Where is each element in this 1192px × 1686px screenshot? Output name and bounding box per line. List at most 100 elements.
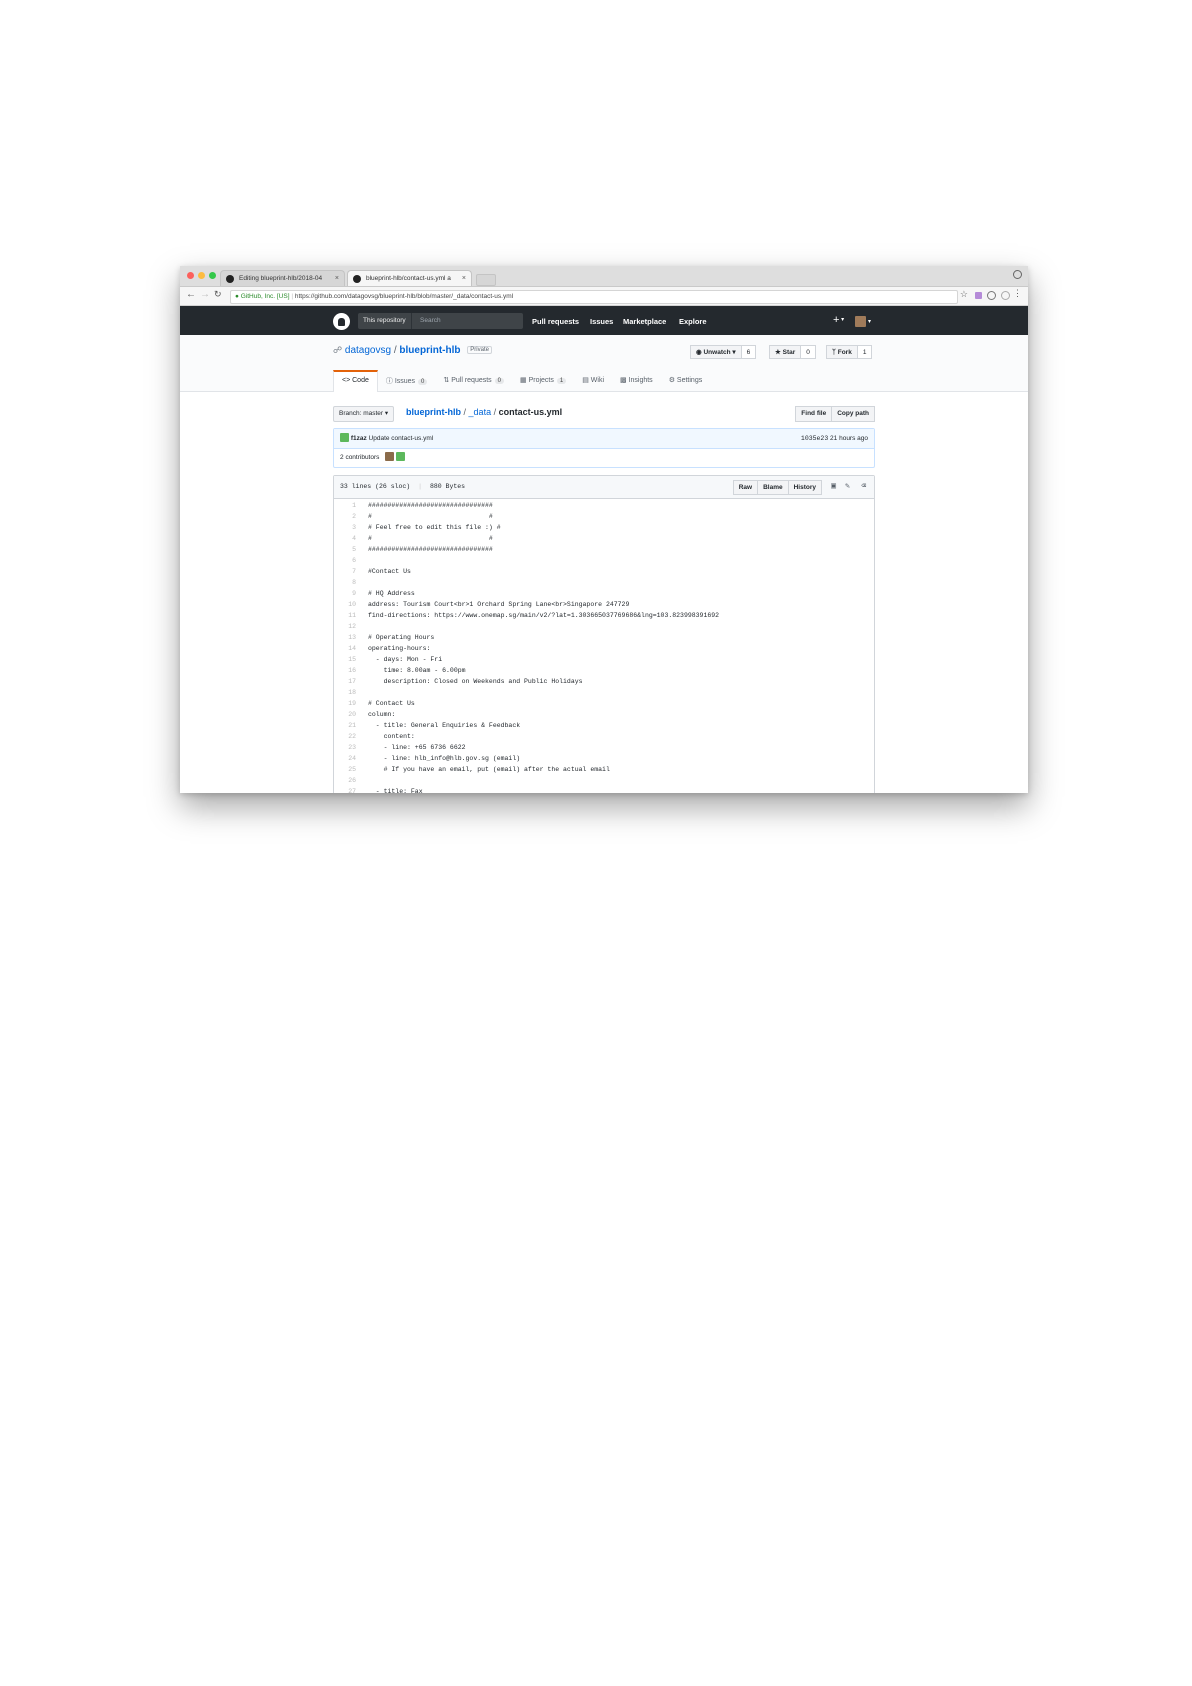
commit-sha[interactable]: 1035e23 xyxy=(801,435,828,442)
line-number[interactable]: 12 xyxy=(334,621,368,632)
bookmark-star-icon[interactable]: ☆ xyxy=(960,289,968,300)
line-number[interactable]: 3 xyxy=(334,522,368,533)
browser-tab-editing[interactable]: Editing blueprint-hlb/2018-04 × xyxy=(220,270,345,286)
line-number[interactable]: 5 xyxy=(334,544,368,555)
reload-icon[interactable]: ↻ xyxy=(214,289,222,300)
forks-count[interactable]: 1 xyxy=(857,345,873,359)
unwatch-button[interactable]: ◉ Unwatch ▾ xyxy=(690,345,742,359)
browser-window: Editing blueprint-hlb/2018-04 × blueprin… xyxy=(180,266,1028,793)
new-tab-button[interactable] xyxy=(476,274,496,286)
close-window-button[interactable] xyxy=(187,272,194,279)
find-file-button[interactable]: Find file xyxy=(795,406,833,422)
line-number[interactable]: 24 xyxy=(334,753,368,764)
address-bar[interactable]: ● GitHub, Inc. [US] | https://github.com… xyxy=(230,290,958,304)
contributors-count[interactable]: 2 xyxy=(340,454,344,461)
nav-explore[interactable]: Explore xyxy=(679,317,707,326)
history-button[interactable]: History xyxy=(788,480,822,495)
line-number[interactable]: 22 xyxy=(334,731,368,742)
extension-icon[interactable] xyxy=(975,292,982,299)
menu-icon[interactable]: ⋮ xyxy=(1013,288,1022,299)
branch-select-button[interactable]: Branch: master ▾ xyxy=(333,406,395,422)
line-number[interactable]: 16 xyxy=(334,665,368,676)
tab-wiki[interactable]: ▤ Wiki xyxy=(574,370,612,391)
github-logo-icon[interactable] xyxy=(333,313,350,330)
tab-insights[interactable]: ▩ Insights xyxy=(612,370,661,391)
line-number[interactable]: 17 xyxy=(334,676,368,687)
line-number[interactable]: 13 xyxy=(334,632,368,643)
profile-icon[interactable] xyxy=(1013,270,1022,279)
forward-arrow-icon[interactable]: → xyxy=(200,289,210,300)
line-number[interactable]: 25 xyxy=(334,764,368,775)
code-line: 23 - line: +65 6736 6622 xyxy=(334,742,874,753)
line-content: find-directions: https://www.onemap.sg/m… xyxy=(368,612,720,619)
create-new-icon[interactable]: + ▾ xyxy=(833,314,844,326)
back-arrow-icon[interactable]: ← xyxy=(186,289,196,300)
line-number[interactable]: 11 xyxy=(334,610,368,621)
line-content: description: Closed on Weekends and Publ… xyxy=(368,678,583,685)
line-number[interactable]: 10 xyxy=(334,599,368,610)
line-number[interactable]: 7 xyxy=(334,566,368,577)
line-content: - line: hlb_info@hlb.gov.sg (email) xyxy=(368,755,521,762)
line-number[interactable]: 14 xyxy=(334,643,368,654)
tab-settings[interactable]: ⚙ Settings xyxy=(661,370,711,391)
close-tab-icon[interactable]: × xyxy=(462,271,466,286)
tab-projects[interactable]: ▦ Projects 1 xyxy=(512,370,574,391)
nav-pull-requests[interactable]: Pull requests xyxy=(532,317,579,326)
line-number[interactable]: 20 xyxy=(334,709,368,720)
commit-author[interactable]: f1zaz xyxy=(351,435,367,442)
tab-pull-requests[interactable]: ⇅ Pull requests 0 xyxy=(435,370,512,391)
fork-button[interactable]: ᛉ Fork xyxy=(826,345,858,359)
tab-code[interactable]: <> Code xyxy=(333,370,378,392)
code-line: 4 # # xyxy=(334,533,874,544)
private-badge: Private xyxy=(467,346,492,354)
commit-message[interactable]: Update contact-us.yml xyxy=(369,435,434,442)
line-number[interactable]: 9 xyxy=(334,588,368,599)
extension-icon[interactable] xyxy=(1001,291,1010,300)
repo-owner-link[interactable]: datagovsg xyxy=(345,345,391,356)
avatar[interactable] xyxy=(385,452,395,461)
blame-button[interactable]: Blame xyxy=(758,480,789,495)
line-number[interactable]: 2 xyxy=(334,511,368,522)
raw-button[interactable]: Raw xyxy=(732,480,759,495)
nav-marketplace[interactable]: Marketplace xyxy=(623,317,666,326)
browser-tab-contact-us[interactable]: blueprint-hlb/contact-us.yml a × xyxy=(347,270,472,286)
repo-name-link[interactable]: blueprint-hlb xyxy=(399,345,460,356)
line-number[interactable]: 26 xyxy=(334,775,368,786)
line-content: ################################ xyxy=(368,502,493,509)
watchers-count[interactable]: 6 xyxy=(741,345,757,359)
line-number[interactable]: 21 xyxy=(334,720,368,731)
avatar[interactable] xyxy=(396,452,406,461)
line-number[interactable]: 6 xyxy=(334,555,368,566)
pull-requests-count: 0 xyxy=(494,378,505,384)
code-line: 11 find-directions: https://www.onemap.sg… xyxy=(334,610,874,621)
stars-count[interactable]: 0 xyxy=(801,345,816,359)
minimize-window-button[interactable] xyxy=(198,272,205,279)
star-button[interactable]: ★ Star xyxy=(769,345,802,359)
line-number[interactable]: 8 xyxy=(334,577,368,588)
trash-icon[interactable]: ⌫ xyxy=(861,480,866,493)
code-icon: <> xyxy=(342,377,353,384)
copy-path-button[interactable]: Copy path xyxy=(832,406,875,422)
search-input[interactable]: This repository Search xyxy=(358,313,523,329)
desktop-icon[interactable]: ▣ xyxy=(831,480,836,493)
pencil-icon[interactable]: ✎ xyxy=(845,480,850,493)
zoom-window-button[interactable] xyxy=(209,272,216,279)
author-avatar[interactable] xyxy=(340,433,349,442)
avatar[interactable] xyxy=(855,316,866,327)
tab-issues[interactable]: ⓘ Issues 0 xyxy=(378,370,436,391)
line-number[interactable]: 19 xyxy=(334,698,368,709)
line-number[interactable]: 18 xyxy=(334,687,368,698)
code-line: 13 # Operating Hours xyxy=(334,632,874,643)
code-line: 16 time: 8.00am - 6.00pm xyxy=(334,665,874,676)
close-tab-icon[interactable]: × xyxy=(335,271,339,286)
line-number[interactable]: 15 xyxy=(334,654,368,665)
code-line: 5 ################################ xyxy=(334,544,874,555)
line-number[interactable]: 27 xyxy=(334,786,368,793)
line-number[interactable]: 23 xyxy=(334,742,368,753)
breadcrumb-repo-link[interactable]: blueprint-hlb xyxy=(406,407,461,417)
line-number[interactable]: 1 xyxy=(334,500,368,511)
nav-issues[interactable]: Issues xyxy=(590,317,613,326)
line-number[interactable]: 4 xyxy=(334,533,368,544)
extension-icon[interactable] xyxy=(987,291,996,300)
breadcrumb-dir-link[interactable]: _data xyxy=(469,407,492,417)
